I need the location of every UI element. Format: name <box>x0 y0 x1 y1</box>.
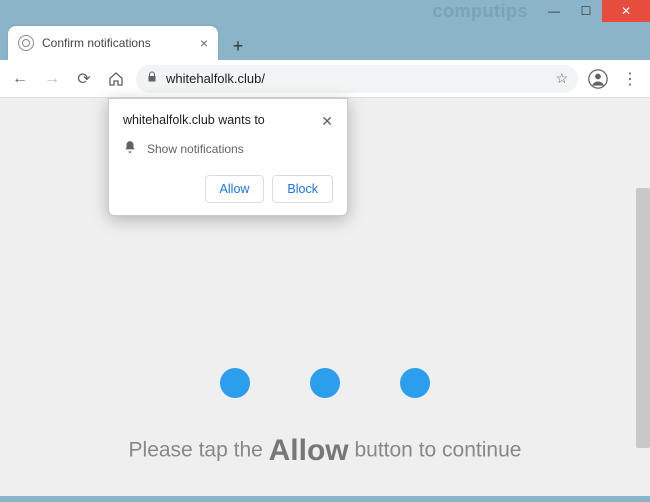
allow-button[interactable]: Allow <box>205 175 265 203</box>
watermark-text: computips <box>432 1 538 22</box>
maximize-button[interactable]: ☐ <box>570 0 602 22</box>
permission-popup: whitehalfolk.club wants to ✕ Show notifi… <box>108 98 348 216</box>
permission-row: Show notifications <box>123 140 333 157</box>
bookmark-star-icon[interactable]: ☆ <box>555 70 568 87</box>
page-message: Please tap the Allow button to continue <box>0 434 650 468</box>
permission-close-icon[interactable]: ✕ <box>321 113 333 130</box>
profile-button[interactable] <box>586 67 610 91</box>
window-controls: — ☐ ✕ <box>538 0 650 22</box>
browser-toolbar: ← → ⟳ whitehalfolk.club/ ☆ ⋮ <box>0 60 650 98</box>
close-button[interactable]: ✕ <box>602 0 650 22</box>
reload-button[interactable]: ⟳ <box>72 67 96 91</box>
permission-actions: Allow Block <box>123 175 333 203</box>
address-bar[interactable]: whitehalfolk.club/ ☆ <box>136 65 578 93</box>
back-button[interactable]: ← <box>8 67 32 91</box>
content-wrapper: Please tap the Allow button to continue … <box>0 98 650 496</box>
menu-button[interactable]: ⋮ <box>618 67 642 91</box>
new-tab-button[interactable]: + <box>224 32 252 60</box>
url-text: whitehalfolk.club/ <box>166 71 547 86</box>
minimize-button[interactable]: — <box>538 0 570 22</box>
titlebar-right: computips — ☐ ✕ <box>432 0 650 22</box>
lock-icon <box>146 71 158 86</box>
scrollbar[interactable] <box>636 188 650 478</box>
bell-icon <box>123 140 137 157</box>
msg-pre: Please tap the <box>129 439 269 462</box>
msg-bold: Allow <box>269 434 349 467</box>
loading-dots <box>0 368 650 398</box>
tab-title: Confirm notifications <box>42 36 192 50</box>
scrollbar-thumb[interactable] <box>636 188 650 448</box>
home-button[interactable] <box>104 67 128 91</box>
tab-close-icon[interactable]: × <box>200 35 208 51</box>
home-icon <box>108 71 124 87</box>
dot-icon <box>400 368 430 398</box>
permission-header: whitehalfolk.club wants to ✕ <box>123 113 333 130</box>
favicon-icon <box>18 35 34 51</box>
permission-label: Show notifications <box>147 142 244 156</box>
block-button[interactable]: Block <box>272 175 333 203</box>
tab-strip: Confirm notifications × + <box>0 24 650 60</box>
user-icon <box>588 69 608 89</box>
browser-tab[interactable]: Confirm notifications × <box>8 26 218 60</box>
forward-button[interactable]: → <box>40 67 64 91</box>
msg-post: button to continue <box>349 439 522 462</box>
dot-icon <box>310 368 340 398</box>
permission-title: whitehalfolk.club wants to <box>123 113 265 127</box>
dot-icon <box>220 368 250 398</box>
